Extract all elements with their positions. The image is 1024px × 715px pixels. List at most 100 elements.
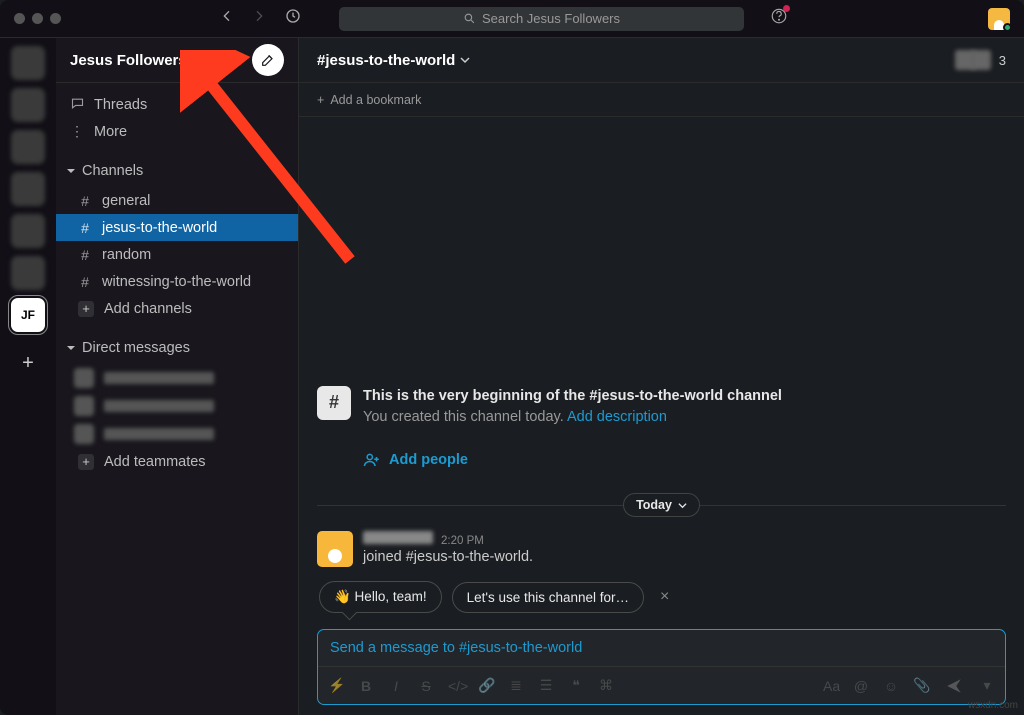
more-icon: ⋮ <box>70 123 84 140</box>
lightning-icon[interactable]: ⚡ <box>328 677 344 694</box>
dm-item[interactable] <box>56 392 298 420</box>
channel-link[interactable]: #jesus-to-the-world <box>589 388 723 404</box>
dm-name <box>104 400 214 412</box>
avatar <box>74 424 94 444</box>
close-window-icon[interactable] <box>14 13 25 24</box>
add-people-icon <box>363 451 381 469</box>
channel-members-button[interactable]: 3 <box>955 50 1006 70</box>
code-icon[interactable]: </> <box>448 678 464 694</box>
bold-icon[interactable]: B <box>358 678 374 694</box>
sidebar-more[interactable]: ⋮ More <box>56 118 298 145</box>
sidebar: Jesus Followers Threads ⋮ More <box>56 38 299 715</box>
italic-icon[interactable]: I <box>388 678 404 694</box>
plus-icon: + <box>78 301 94 317</box>
workspace-item[interactable] <box>11 130 45 164</box>
workspace-name-button[interactable]: Jesus Followers <box>70 52 201 69</box>
window-controls[interactable] <box>14 13 61 24</box>
workspace-switcher: JF + <box>0 38 56 715</box>
hash-icon: # <box>78 274 92 290</box>
add-workspace-button[interactable]: + <box>11 346 45 380</box>
presence-icon <box>1003 23 1012 32</box>
strike-icon[interactable]: S <box>418 678 434 694</box>
date-divider: Today <box>317 493 1006 517</box>
message: 2:20 PM joined #jesus-to-the-world. <box>317 531 1006 567</box>
history-button[interactable] <box>285 8 301 29</box>
maximize-window-icon[interactable] <box>50 13 61 24</box>
workspace-item[interactable] <box>11 172 45 206</box>
add-channels-button[interactable]: + Add channels <box>56 295 298 322</box>
workspace-item[interactable] <box>11 46 45 80</box>
message-author[interactable] <box>363 531 433 544</box>
message-body: joined #jesus-to-the-world. <box>363 549 533 565</box>
ordered-list-icon[interactable]: ≣ <box>508 677 524 694</box>
channel-item-witnessing[interactable]: # witnessing-to-the-world <box>56 268 298 295</box>
hash-icon: # <box>317 386 351 420</box>
titlebar: Search Jesus Followers <box>0 0 1024 38</box>
plus-icon: + <box>78 454 94 470</box>
plus-icon: + <box>317 93 324 107</box>
compose-icon <box>260 52 276 68</box>
workspace-item[interactable] <box>11 256 45 290</box>
suggestion-chip-use[interactable]: Let's use this channel for… <box>452 582 644 613</box>
emoji-icon[interactable]: ☺ <box>883 678 899 694</box>
workspace-item-active[interactable]: JF <box>11 298 45 332</box>
dm-name <box>104 428 214 440</box>
message-timestamp: 2:20 PM <box>441 535 484 547</box>
channel-item-general[interactable]: # general <box>56 187 298 214</box>
search-placeholder: Search Jesus Followers <box>482 11 620 26</box>
workspace-item[interactable] <box>11 214 45 248</box>
message-composer[interactable]: Send a message to #jesus-to-the-world ⚡ … <box>317 629 1006 705</box>
search-input[interactable]: Search Jesus Followers <box>339 7 744 31</box>
help-button[interactable] <box>770 7 788 30</box>
send-button[interactable] <box>943 675 965 697</box>
composer-toolbar: ⚡ B I S </> 🔗 ≣ ☰ ❝ ⌘ Aa @ ☺ � <box>318 666 1005 704</box>
channel-item-random[interactable]: # random <box>56 241 298 268</box>
hash-icon: # <box>78 220 92 236</box>
user-avatar[interactable] <box>988 8 1010 30</box>
dm-name <box>104 372 214 384</box>
channel-item-jesus-to-the-world[interactable]: # jesus-to-the-world <box>56 214 298 241</box>
channel-name-button[interactable]: #jesus-to-the-world <box>317 52 470 69</box>
back-button[interactable] <box>219 8 235 29</box>
avatar <box>74 368 94 388</box>
link-icon[interactable]: 🔗 <box>478 677 494 694</box>
threads-icon <box>70 96 84 114</box>
mention-icon[interactable]: @ <box>853 678 869 694</box>
channels-section-header[interactable]: Channels <box>56 155 298 187</box>
quote-icon[interactable]: ❝ <box>568 677 584 694</box>
add-people-button[interactable]: Add people <box>363 451 1006 469</box>
forward-button[interactable] <box>251 8 267 29</box>
dm-item[interactable] <box>56 364 298 392</box>
compose-button[interactable] <box>252 44 284 76</box>
hash-icon: # <box>78 247 92 263</box>
bullet-list-icon[interactable]: ☰ <box>538 677 554 694</box>
avatar <box>74 396 94 416</box>
codeblock-icon[interactable]: ⌘ <box>598 677 614 694</box>
caret-down-icon <box>66 166 76 176</box>
composer-input[interactable]: Send a message to #jesus-to-the-world <box>318 630 1005 666</box>
send-options-icon[interactable]: ▾ <box>979 677 995 694</box>
attach-icon[interactable]: 📎 <box>913 677 929 694</box>
watermark: wsxdn.com <box>968 700 1018 711</box>
date-jump-button[interactable]: Today <box>623 493 700 517</box>
sidebar-threads[interactable]: Threads <box>56 91 298 118</box>
channel-intro: # This is the very beginning of the #jes… <box>317 386 1006 430</box>
main-content: #jesus-to-the-world 3 + Add a bookmark # <box>299 38 1024 715</box>
minimize-window-icon[interactable] <box>32 13 43 24</box>
chevron-down-icon <box>460 55 470 65</box>
dm-item[interactable] <box>56 420 298 448</box>
hash-icon: # <box>78 193 92 209</box>
format-icon[interactable]: Aa <box>823 678 839 694</box>
add-bookmark-button[interactable]: + Add a bookmark <box>299 83 1024 117</box>
chevron-down-icon <box>678 501 687 510</box>
avatar[interactable] <box>317 531 353 567</box>
dismiss-suggestions-button[interactable]: × <box>654 588 675 606</box>
add-description-link[interactable]: Add description <box>567 409 667 425</box>
dm-section-header[interactable]: Direct messages <box>56 332 298 364</box>
add-teammates-button[interactable]: + Add teammates <box>56 448 298 475</box>
workspace-item[interactable] <box>11 88 45 122</box>
chevron-down-icon <box>191 55 201 65</box>
suggestion-chip-hello[interactable]: 👋 Hello, team! <box>319 581 442 613</box>
notification-dot-icon <box>783 5 790 12</box>
avatar <box>971 50 991 70</box>
